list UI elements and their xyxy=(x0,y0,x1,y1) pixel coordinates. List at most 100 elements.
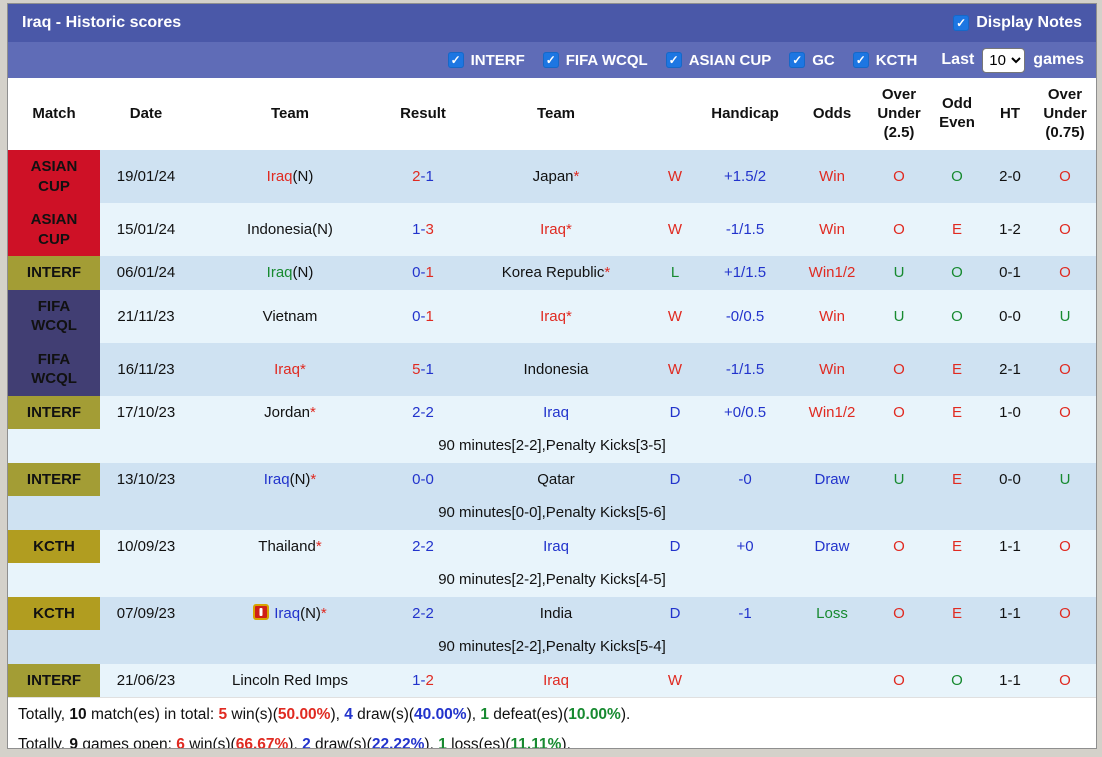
ht-cell: 0-0 xyxy=(986,290,1034,343)
match-row: INTERF17/10/23Jordan*2-2IraqD+0/0.5Win1/… xyxy=(8,396,1096,430)
text-part: Jordan xyxy=(264,404,310,421)
handicap-cell: -1/1.5 xyxy=(696,203,794,256)
date-cell: 19/01/24 xyxy=(100,150,192,203)
text-part: Thailand xyxy=(258,538,316,555)
home-team-cell: Iraq(N)* xyxy=(192,597,388,631)
match-competition-badge: FIFA WCQL xyxy=(8,290,100,343)
text-part: Iraq xyxy=(540,308,566,325)
text-part: ). xyxy=(621,706,630,723)
match-row: INTERF13/10/23Iraq(N)*0-0QatarD-0DrawUE0… xyxy=(8,463,1096,497)
display-notes-toggle[interactable]: ✓ Display Notes xyxy=(953,14,1082,32)
over-under-25-cell: O xyxy=(870,203,928,256)
date-cell: 17/10/23 xyxy=(100,396,192,430)
text-part: 22.22% xyxy=(372,736,425,749)
wld-cell: W xyxy=(654,203,696,256)
competition-filter-fifa-wcql[interactable]: ✓FIFA WCQL xyxy=(543,52,648,69)
match-row: FIFA WCQL21/11/23Vietnam0-1Iraq*W-0/0.5W… xyxy=(8,290,1096,343)
away-team-cell: Japan* xyxy=(458,150,654,203)
checkbox-icon[interactable]: ✓ xyxy=(448,52,464,68)
text-part: ), xyxy=(467,706,481,723)
date-cell: 07/09/23 xyxy=(100,597,192,631)
col-header-team-away: Team xyxy=(458,78,654,150)
competition-filter-asian-cup[interactable]: ✓ASIAN CUP xyxy=(666,52,772,69)
away-team-cell: Iraq xyxy=(458,664,654,698)
text-part: Vietnam xyxy=(263,308,318,325)
text-part: * xyxy=(604,264,610,281)
competition-filter-interf[interactable]: ✓INTERF xyxy=(448,52,525,69)
odd-even-cell: O xyxy=(928,664,986,698)
text-part: Iraq xyxy=(264,471,290,488)
away-team-cell: Iraq xyxy=(458,396,654,430)
wld-cell: D xyxy=(654,396,696,430)
checkbox-icon[interactable]: ✓ xyxy=(853,52,869,68)
match-note: 90 minutes[0-0],Penalty Kicks[5-6] xyxy=(8,496,1096,530)
checkbox-icon[interactable]: ✓ xyxy=(953,15,969,31)
odd-even-cell: O xyxy=(928,256,986,290)
text-part: 10 xyxy=(69,706,86,723)
over-under-25-cell: O xyxy=(870,530,928,564)
text-part: Iraq xyxy=(543,404,569,421)
text-part: win(s)( xyxy=(227,706,278,723)
competition-filter-gc[interactable]: ✓GC xyxy=(789,52,835,69)
text-part: (N) xyxy=(290,471,311,488)
text-part: * xyxy=(310,471,316,488)
ht-cell: 1-1 xyxy=(986,664,1034,698)
text-part: (N) xyxy=(293,264,314,281)
handicap-cell: +1/1.5 xyxy=(696,256,794,290)
match-note-icon xyxy=(253,604,269,620)
text-part: 2-2 xyxy=(412,605,434,622)
wld-cell: D xyxy=(654,530,696,564)
text-part: Japan xyxy=(533,168,574,185)
ht-cell: 1-2 xyxy=(986,203,1034,256)
match-competition-badge: INTERF xyxy=(8,664,100,698)
text-part: (N) xyxy=(300,605,321,622)
handicap-cell: -1/1.5 xyxy=(696,343,794,396)
checkbox-icon[interactable]: ✓ xyxy=(666,52,682,68)
text-part: loss(es)( xyxy=(447,736,511,749)
result-cell: 5-1 xyxy=(388,343,458,396)
text-part: ), xyxy=(288,736,302,749)
text-part: * xyxy=(574,168,580,185)
text-part: 1 xyxy=(480,706,489,723)
competition-filter-kcth[interactable]: ✓KCTH xyxy=(853,52,918,69)
home-team-cell: Thailand* xyxy=(192,530,388,564)
wld-cell: W xyxy=(654,664,696,698)
home-team-cell: Iraq(N) xyxy=(192,256,388,290)
over-under-075-cell: O xyxy=(1034,203,1096,256)
text-part: Indonesia(N) xyxy=(247,221,333,238)
text-part: 5 xyxy=(218,706,227,723)
match-note: 90 minutes[2-2],Penalty Kicks[5-4] xyxy=(8,630,1096,664)
note-row: 90 minutes[2-2],Penalty Kicks[3-5] xyxy=(8,429,1096,463)
text-part: games open: xyxy=(78,736,176,749)
checkbox-icon[interactable]: ✓ xyxy=(789,52,805,68)
col-header-date: Date xyxy=(100,78,192,150)
result-cell: 1-2 xyxy=(388,664,458,698)
checkbox-icon[interactable]: ✓ xyxy=(543,52,559,68)
text-part: 1 xyxy=(426,308,434,325)
text-part: * xyxy=(300,361,306,378)
home-team-cell: Iraq(N) xyxy=(192,150,388,203)
odd-even-cell: E xyxy=(928,343,986,396)
text-part: ), xyxy=(330,706,344,723)
col-header-odd-even: Odd Even xyxy=(928,78,986,150)
date-cell: 16/11/23 xyxy=(100,343,192,396)
date-cell: 21/11/23 xyxy=(100,290,192,343)
handicap-cell: +0/0.5 xyxy=(696,396,794,430)
text-part: 1- xyxy=(412,221,425,238)
match-competition-badge: INTERF xyxy=(8,256,100,290)
ht-cell: 1-1 xyxy=(986,597,1034,631)
result-cell: 0-1 xyxy=(388,290,458,343)
text-part: 50.00% xyxy=(278,706,331,723)
odd-even-cell: O xyxy=(928,290,986,343)
text-part: * xyxy=(316,538,322,555)
odds-cell: Win1/2 xyxy=(794,256,870,290)
text-part: 2-2 xyxy=(412,538,434,555)
away-team-cell: Iraq* xyxy=(458,290,654,343)
text-part: Qatar xyxy=(537,471,575,488)
odd-even-cell: E xyxy=(928,396,986,430)
last-games-select[interactable]: 10 xyxy=(982,48,1025,73)
away-team-cell: Iraq* xyxy=(458,203,654,256)
over-under-075-cell: O xyxy=(1034,664,1096,698)
match-row: FIFA WCQL16/11/23Iraq*5-1IndonesiaW-1/1.… xyxy=(8,343,1096,396)
date-cell: 15/01/24 xyxy=(100,203,192,256)
